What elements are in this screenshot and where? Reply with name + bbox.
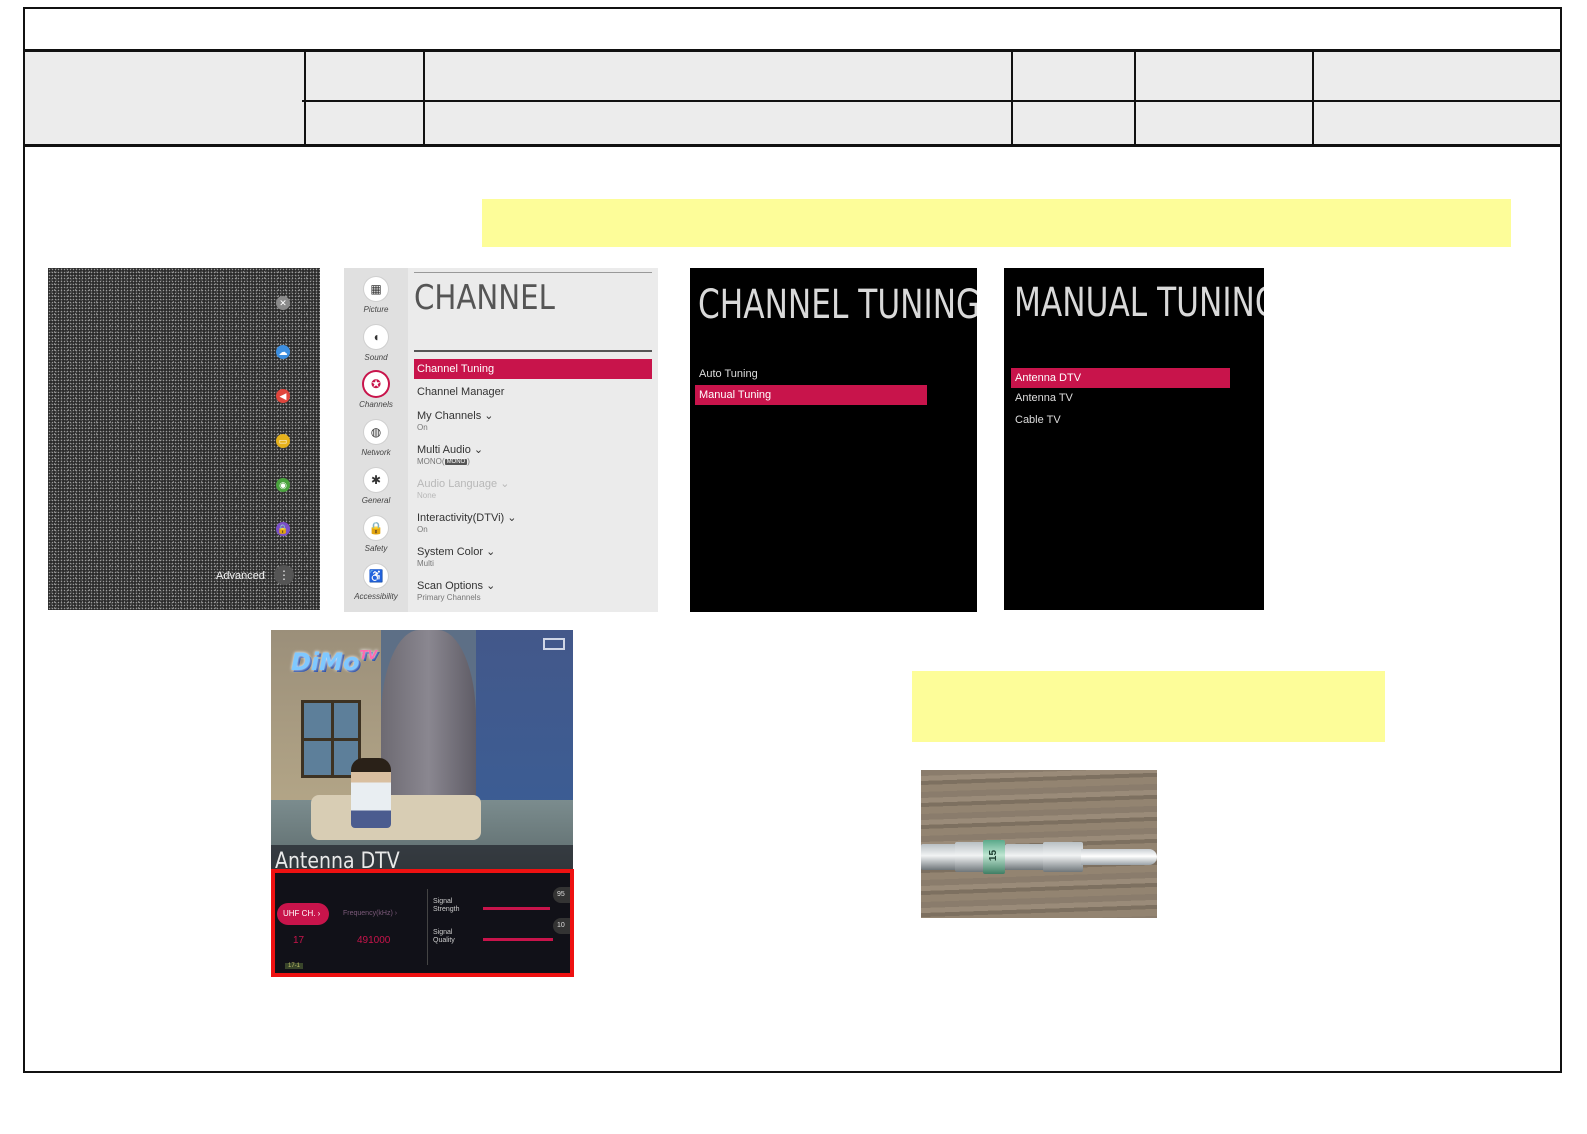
- menu-item-channel-tuning[interactable]: Channel Tuning: [414, 359, 652, 379]
- connector-fitting: [921, 844, 957, 870]
- general-icon: ✱: [364, 468, 388, 492]
- quick-menu-network-button[interactable]: ◉: [272, 474, 294, 496]
- accessibility-icon: ♿: [364, 564, 388, 588]
- menu-item-label: System Color ⌄: [417, 546, 496, 558]
- quick-menu-screen: ✕ ☁ ◀ ▭ ◉ 🔒 Advanced ⋮: [48, 268, 320, 610]
- header-col-divider: [304, 50, 306, 147]
- picture-icon: ☁: [276, 345, 290, 359]
- connector-fitting: [955, 842, 985, 872]
- quick-menu-picture-button[interactable]: ☁: [272, 341, 294, 363]
- sidebar-item-label: Picture: [363, 305, 389, 314]
- coax-cable: [1081, 849, 1157, 865]
- connector-fitting: [1005, 844, 1045, 870]
- network-icon: ◍: [364, 420, 388, 444]
- info-icon: [543, 638, 565, 650]
- sound-icon: ◖: [364, 325, 388, 349]
- menu-item-value: On: [417, 423, 428, 432]
- sidebar-item-picture[interactable]: ▦ Picture: [344, 277, 408, 314]
- channels-icon: ✪: [364, 372, 388, 396]
- header-col-divider: [1312, 50, 1314, 147]
- connector-fitting: [1043, 842, 1083, 872]
- channel-tuning-screen: CHANNEL TUNING Auto Tuning Manual Tuning: [690, 268, 977, 612]
- menu-item-label: Audio Language ⌄: [417, 478, 510, 490]
- sidebar-item-network[interactable]: ◍ Network: [344, 420, 408, 457]
- menu-item-label: Channel Tuning: [417, 363, 495, 375]
- channels-icon: ▭: [276, 434, 290, 448]
- menu-item-scan-options[interactable]: Scan Options ⌄ Primary Channels: [414, 579, 652, 602]
- header-col-divider: [1011, 50, 1013, 147]
- multi-audio-value-end: ): [467, 457, 470, 466]
- close-icon: ✕: [276, 296, 290, 310]
- menu-item-channel-manager[interactable]: Channel Manager: [414, 386, 652, 398]
- more-options-icon[interactable]: ⋮: [274, 565, 294, 585]
- sidebar-item-accessibility[interactable]: ♿ Accessibility: [344, 564, 408, 601]
- page-title: CHANNEL TUNING: [698, 282, 977, 328]
- channel-logo-text: DiMo: [291, 648, 360, 676]
- quick-menu-close-button[interactable]: ✕: [272, 292, 294, 314]
- sidebar-item-label: Network: [361, 448, 391, 457]
- scene-sofa: [311, 795, 481, 840]
- quick-menu-channels-button[interactable]: ▭: [272, 430, 294, 452]
- advanced-label: Advanced: [216, 570, 265, 582]
- menu-item-value: MONO(MONO): [414, 457, 652, 466]
- menu-item-system-color[interactable]: System Color ⌄ Multi: [414, 545, 652, 568]
- sidebar-item-general[interactable]: ✱ General: [344, 468, 408, 505]
- menu-item-label: My Channels ⌄: [417, 410, 494, 422]
- menu-item-cable-tv[interactable]: Cable TV: [1011, 414, 1230, 426]
- menu-item-label: Scan Options ⌄: [417, 580, 496, 592]
- lock-icon: 🔒: [276, 522, 290, 536]
- page-title: CHANNEL: [414, 278, 555, 318]
- sidebar-item-safety[interactable]: 🔒 Safety: [344, 516, 408, 553]
- header-table: [25, 49, 1560, 147]
- header-row-divider: [302, 100, 1562, 102]
- channel-logo-suffix: TV: [359, 648, 378, 662]
- menu-item-value: None: [417, 491, 437, 500]
- menu-item-value: Primary Channels: [417, 593, 481, 602]
- menu-item-label: Interactivity(DTVi) ⌄: [417, 512, 517, 524]
- coax-cable-photo: 15: [921, 770, 1157, 918]
- scene-person: [351, 758, 391, 828]
- multi-audio-value: MONO(: [417, 457, 445, 466]
- network-icon: ◉: [276, 478, 290, 492]
- menu-item-antenna-dtv[interactable]: Antenna DTV: [1011, 368, 1230, 388]
- sidebar-item-label: Safety: [364, 544, 388, 553]
- menu-item-interactivity[interactable]: Interactivity(DTVi) ⌄ On: [414, 511, 652, 534]
- sidebar-item-label: Accessibility: [354, 592, 398, 601]
- sidebar-item-label: General: [361, 496, 391, 505]
- highlight-bar: [912, 671, 1385, 742]
- menu-item-antenna-tv[interactable]: Antenna TV: [1011, 392, 1230, 404]
- page-title: MANUAL TUNING: [1014, 280, 1264, 326]
- menu-item-my-channels[interactable]: My Channels ⌄ On: [414, 409, 652, 432]
- menu-item-manual-tuning[interactable]: Manual Tuning: [695, 385, 927, 405]
- menu-item-auto-tuning[interactable]: Auto Tuning: [695, 368, 927, 380]
- divider: [414, 272, 652, 273]
- channel-menu-screen: ▦ Picture ◖ Sound ✪ Channels ◍ Network ✱…: [344, 268, 658, 612]
- manual-tuning-screen: MANUAL TUNING Antenna DTV Antenna TV Cab…: [1004, 268, 1264, 610]
- quick-menu-sound-button[interactable]: ◀: [272, 385, 294, 407]
- sidebar-item-sound[interactable]: ◖ Sound: [344, 325, 408, 362]
- header-col-divider: [423, 50, 425, 147]
- sound-icon: ◀: [276, 389, 290, 403]
- menu-item-label: Multi Audio ⌄: [417, 444, 484, 456]
- sidebar-item-label: Channels: [359, 400, 393, 409]
- menu-item-value: On: [417, 525, 428, 534]
- header-col-divider: [1134, 50, 1136, 147]
- quick-menu-safety-button[interactable]: 🔒: [272, 518, 294, 540]
- sidebar-item-label: Sound: [364, 353, 388, 362]
- sidebar-item-channels[interactable]: ✪ Channels: [344, 372, 408, 409]
- menu-item-multi-audio[interactable]: Multi Audio ⌄ MONO(MONO): [414, 443, 652, 466]
- menu-item-audio-language: Audio Language ⌄ None: [414, 477, 652, 500]
- fitting-label: 15: [988, 849, 1000, 862]
- lock-icon: 🔒: [364, 516, 388, 540]
- highlight-bar: [482, 199, 1511, 247]
- picture-icon: ▦: [364, 277, 388, 301]
- settings-sidebar: ▦ Picture ◖ Sound ✪ Channels ◍ Network ✱…: [344, 268, 408, 612]
- callout-box: [271, 869, 574, 977]
- channel-logo: DiMoTV: [291, 648, 377, 676]
- mono-badge: MONO: [444, 458, 468, 465]
- menu-item-label: Channel Manager: [417, 386, 505, 398]
- menu-item-value: Multi: [417, 559, 434, 568]
- divider: [414, 350, 652, 352]
